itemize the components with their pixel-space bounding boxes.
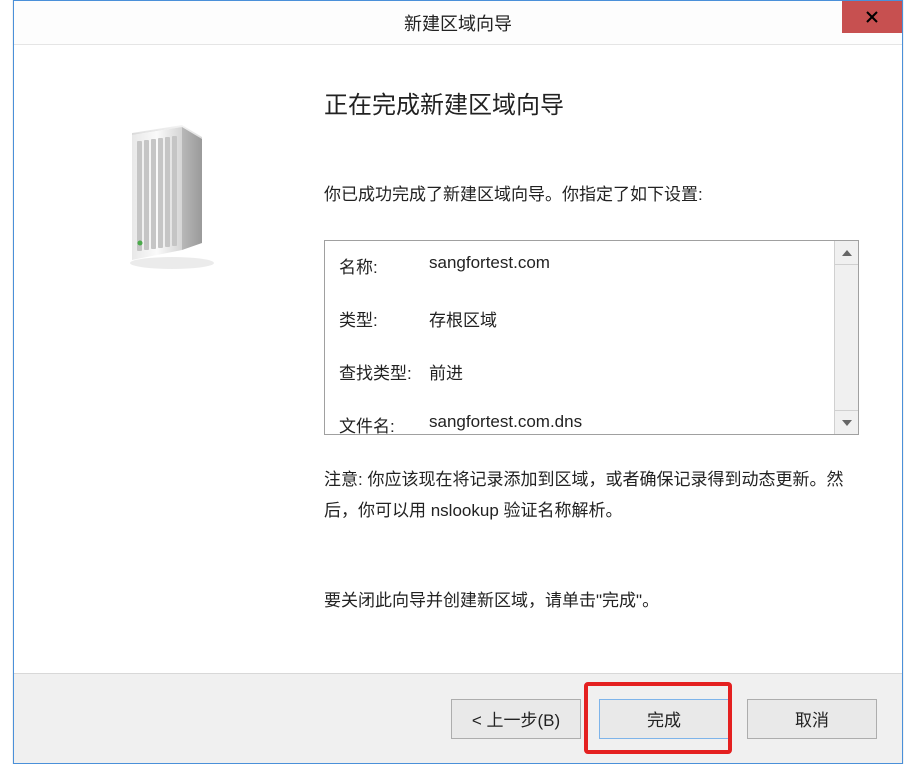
settings-summary-box: 名称: sangfortest.com 类型: 存根区域 查找类型: 前进 文件… <box>324 240 859 435</box>
scroll-up-icon[interactable] <box>835 241 858 265</box>
setting-value-lookup: 前进 <box>429 359 463 384</box>
cancel-button[interactable]: 取消 <box>747 699 877 739</box>
server-icon <box>104 115 224 275</box>
dialog-title: 新建区域向导 <box>404 10 512 36</box>
setting-row-file: 文件名: sangfortest.com.dns <box>339 412 844 437</box>
back-button[interactable]: < 上一步(B) <box>451 699 581 739</box>
setting-label-lookup: 查找类型: <box>339 359 429 384</box>
setting-label-type: 类型: <box>339 306 429 331</box>
setting-label-name: 名称: <box>339 253 429 278</box>
titlebar: 新建区域向导 <box>14 1 902 45</box>
scroll-down-icon[interactable] <box>835 410 858 434</box>
setting-value-type: 存根区域 <box>429 306 497 331</box>
wizard-heading: 正在完成新建区域向导 <box>324 85 862 120</box>
setting-value-name: sangfortest.com <box>429 253 550 278</box>
settings-scrollbar[interactable] <box>834 241 858 434</box>
setting-row-name: 名称: sangfortest.com <box>339 253 844 278</box>
setting-label-file: 文件名: <box>339 412 429 437</box>
dialog-content: 正在完成新建区域向导 你已成功完成了新建区域向导。你指定了如下设置: 名称: s… <box>14 45 902 673</box>
wizard-note: 注意: 你应该现在将记录添加到区域，或者确保记录得到动态更新。然后，你可以用 n… <box>324 465 859 526</box>
setting-row-lookup: 查找类型: 前进 <box>339 359 844 384</box>
button-bar: < 上一步(B) 完成 取消 <box>14 673 902 763</box>
close-button[interactable] <box>842 1 902 33</box>
text-area: 正在完成新建区域向导 你已成功完成了新建区域向导。你指定了如下设置: 名称: s… <box>324 85 862 611</box>
wizard-description: 你已成功完成了新建区域向导。你指定了如下设置: <box>324 180 862 205</box>
close-instruction: 要关闭此向导并创建新区域，请单击"完成"。 <box>324 586 862 611</box>
setting-value-file: sangfortest.com.dns <box>429 412 582 437</box>
finish-button[interactable]: 完成 <box>599 699 729 739</box>
setting-row-type: 类型: 存根区域 <box>339 306 844 331</box>
wizard-dialog: 新建区域向导 <box>13 0 903 764</box>
close-icon <box>865 10 879 24</box>
